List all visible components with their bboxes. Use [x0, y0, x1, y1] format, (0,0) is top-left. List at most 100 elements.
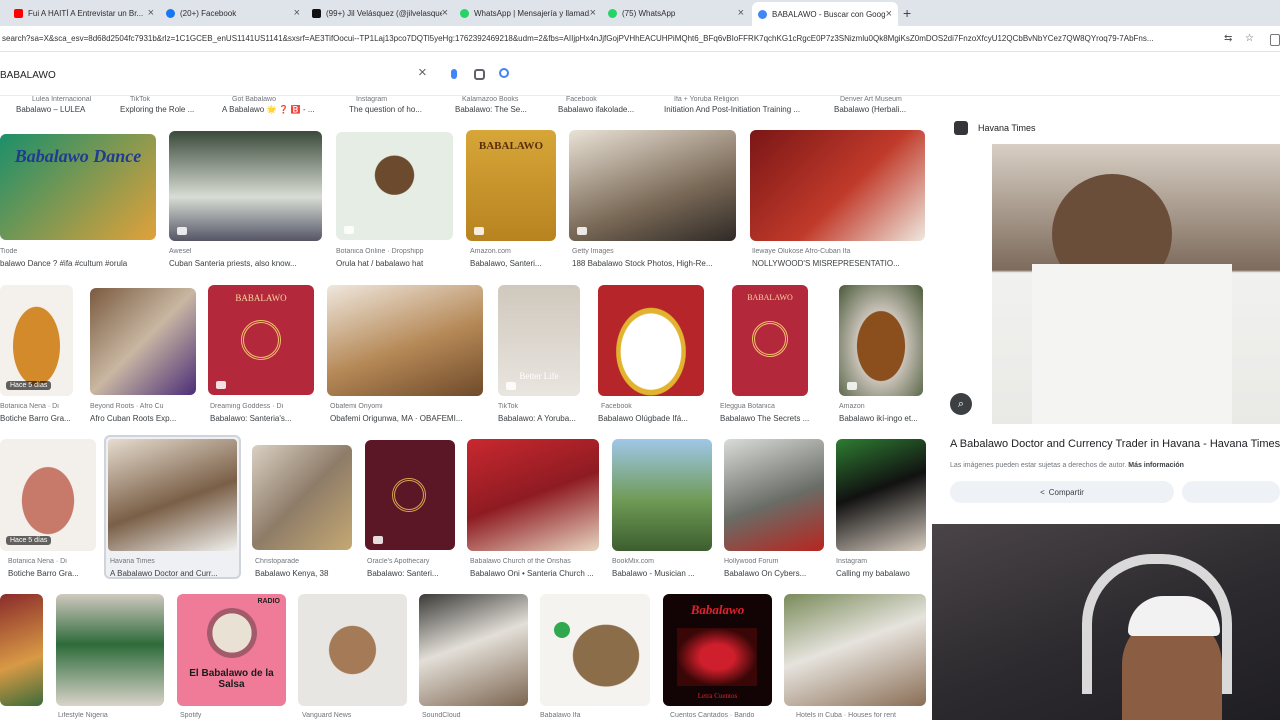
result-caption[interactable]: NOLLYWOOD'S MISREPRESENTATIO...: [752, 259, 924, 268]
result-caption[interactable]: Afro Cuban Roots Exp...: [90, 414, 196, 423]
result-thumbnail[interactable]: [569, 130, 736, 241]
preview-image[interactable]: [992, 144, 1280, 424]
result-caption[interactable]: Babalawo: Santeria's...: [210, 414, 316, 423]
result-caption[interactable]: Babalawo ifakolade...: [558, 105, 658, 114]
result-caption[interactable]: Babalawo ikí-ingo et...: [839, 414, 923, 423]
close-icon[interactable]: ×: [886, 8, 892, 20]
result-thumbnail[interactable]: Hace 5 días: [0, 439, 96, 551]
result-caption[interactable]: 188 Babalawo Stock Photos, High-Re...: [572, 259, 736, 268]
spiral-icon: [392, 478, 426, 512]
visual-search-icon[interactable]: ⌕: [950, 393, 972, 415]
result-thumbnail[interactable]: [252, 445, 352, 550]
tab-google-search[interactable]: BABALAWO - Buscar con Google ×: [752, 2, 898, 26]
close-icon[interactable]: ×: [590, 7, 596, 19]
result-caption[interactable]: Babalawo: Santeri...: [367, 569, 462, 578]
close-icon[interactable]: ×: [442, 7, 448, 19]
result-thumbnail[interactable]: [750, 130, 925, 241]
microphone-icon[interactable]: [451, 69, 457, 79]
result-caption[interactable]: Babalawo Oni • Santeria Church ...: [470, 569, 600, 578]
result-thumbnail[interactable]: [56, 594, 164, 706]
side-panel-icon[interactable]: [1270, 34, 1280, 46]
result-thumbnail[interactable]: Babalawo Letra Cuentos: [663, 594, 772, 706]
result-thumbnail[interactable]: BABALAWO: [732, 285, 808, 396]
result-caption[interactable]: Babalawo, Santeri...: [470, 259, 560, 268]
close-icon[interactable]: ×: [148, 7, 154, 19]
result-thumbnail[interactable]: [336, 132, 453, 240]
result-caption[interactable]: Obafemi Origunwa, MA · OBAFEMI...: [330, 414, 480, 423]
result-caption[interactable]: balawo Dance ? #ifa #cultum #orula: [0, 259, 156, 268]
result-thumbnail[interactable]: BABALAWO: [466, 130, 556, 241]
result-caption[interactable]: Babalawo Kenya, 38: [255, 569, 355, 578]
result-thumbnail[interactable]: [836, 439, 926, 551]
result-thumbnail[interactable]: [540, 594, 650, 706]
result-thumbnail[interactable]: [90, 288, 196, 395]
result-caption[interactable]: Babalawo (Herbali...: [834, 105, 934, 114]
result-caption[interactable]: Babalawo The Secrets ...: [720, 414, 826, 423]
result-caption[interactable]: Exploring the Role ...: [120, 105, 220, 114]
translate-icon[interactable]: ⇆: [1224, 33, 1232, 44]
tab-whatsapp[interactable]: (75) WhatsApp ×: [602, 3, 750, 23]
lens-icon[interactable]: [474, 69, 485, 80]
result-caption[interactable]: Calling my babalawo: [836, 569, 926, 578]
tab-title: (20+) Facebook: [180, 8, 237, 18]
result-caption[interactable]: Babalawo Olúgbade Ifá...: [598, 414, 704, 423]
result-caption[interactable]: Babalawo: The Se...: [455, 105, 557, 114]
result-caption[interactable]: Botiche Barro Gra...: [8, 569, 98, 578]
tab-whatsapp-web[interactable]: WhatsApp | Mensajería y llamad... ×: [454, 3, 602, 23]
result-thumbnail[interactable]: Better Life: [498, 285, 580, 396]
result-thumbnail[interactable]: [784, 594, 926, 706]
new-tab-button[interactable]: +: [903, 5, 911, 21]
result-thumbnail[interactable]: RADIO El Babalawo de la Salsa: [177, 594, 286, 706]
result-caption[interactable]: Cuban Santeria priests, also know...: [169, 259, 309, 268]
search-input[interactable]: BABALAWO: [0, 70, 56, 81]
result-caption[interactable]: A Babalawo Doctor and Curr...: [110, 569, 235, 578]
result-thumbnail[interactable]: [419, 594, 528, 706]
result-caption[interactable]: A Babalawo 🌟 ❓ 🅱️ - ...: [222, 105, 332, 114]
more-info-link[interactable]: Más información: [1128, 462, 1184, 469]
preview-title[interactable]: A Babalawo Doctor and Currency Trader in…: [950, 438, 1280, 450]
result-caption[interactable]: Orula hat / babalawo hat: [336, 259, 456, 268]
tab-youtube[interactable]: Fui A HAITÍ A Entrevistar un Br... ×: [8, 3, 160, 23]
result-caption[interactable]: Babalawo On Cybers...: [724, 569, 828, 578]
tab-facebook[interactable]: (20+) Facebook ×: [160, 3, 306, 23]
result-thumbnail[interactable]: Babalawo Dance: [0, 134, 156, 240]
result-source: Lifestyle Nigeria: [58, 712, 108, 719]
result-thumbnail[interactable]: [467, 439, 599, 551]
result-thumbnail[interactable]: [724, 439, 824, 551]
tab-strip: Fui A HAITÍ A Entrevistar un Br... × (20…: [0, 0, 1280, 26]
clear-icon[interactable]: ×: [418, 64, 427, 81]
address-bar[interactable]: search?sa=X&sca_esv=8d68d2504fc7931b&rlz…: [0, 26, 1280, 52]
result-thumbnail[interactable]: [298, 594, 407, 706]
result-thumbnail[interactable]: [612, 439, 712, 551]
preview-site-name[interactable]: Havana Times: [978, 123, 1036, 133]
result-caption[interactable]: Initiation And Post-Initiation Training …: [664, 105, 824, 114]
result-thumbnail[interactable]: [839, 285, 923, 396]
result-thumbnail[interactable]: [0, 594, 43, 706]
save-button[interactable]: [1182, 481, 1280, 503]
result-thumbnail[interactable]: BABALAWO: [208, 285, 314, 395]
result-caption[interactable]: Babalawo - Musician ...: [612, 569, 712, 578]
thumbnail-text: BABALAWO: [235, 293, 287, 303]
result-thumbnail[interactable]: [365, 440, 455, 550]
url-text[interactable]: search?sa=X&sca_esv=8d68d2504fc7931b&rlz…: [2, 34, 1214, 43]
search-icon[interactable]: [499, 68, 509, 78]
close-icon[interactable]: ×: [738, 7, 744, 19]
result-source: Hollywood Forum: [724, 558, 779, 565]
result-thumbnail[interactable]: Hace 5 días: [0, 285, 73, 396]
result-source: Amazon.com: [470, 248, 511, 255]
tab-tiktok[interactable]: (99+) Jil Velásquez (@jilvelasquez... ×: [306, 3, 454, 23]
result-source: SoundCloud: [422, 712, 461, 719]
result-thumbnail[interactable]: [598, 285, 704, 396]
result-caption[interactable]: Babalawo: A Yoruba...: [498, 414, 588, 423]
result-source: Instagram: [836, 558, 868, 565]
result-thumbnail[interactable]: [169, 131, 322, 241]
result-caption[interactable]: Botiche Barro Gra...: [0, 414, 73, 423]
webcam-overlay: [932, 524, 1280, 720]
bookmark-star-icon[interactable]: ☆: [1245, 33, 1254, 44]
result-caption[interactable]: The question of ho...: [349, 105, 449, 114]
close-icon[interactable]: ×: [294, 7, 300, 19]
result-source: Beyond Roots · Afro Cu: [90, 403, 164, 410]
result-caption[interactable]: Babalawo – LULEA: [16, 105, 116, 114]
share-button[interactable]: < Compartir: [950, 481, 1174, 503]
result-thumbnail[interactable]: [327, 285, 483, 396]
